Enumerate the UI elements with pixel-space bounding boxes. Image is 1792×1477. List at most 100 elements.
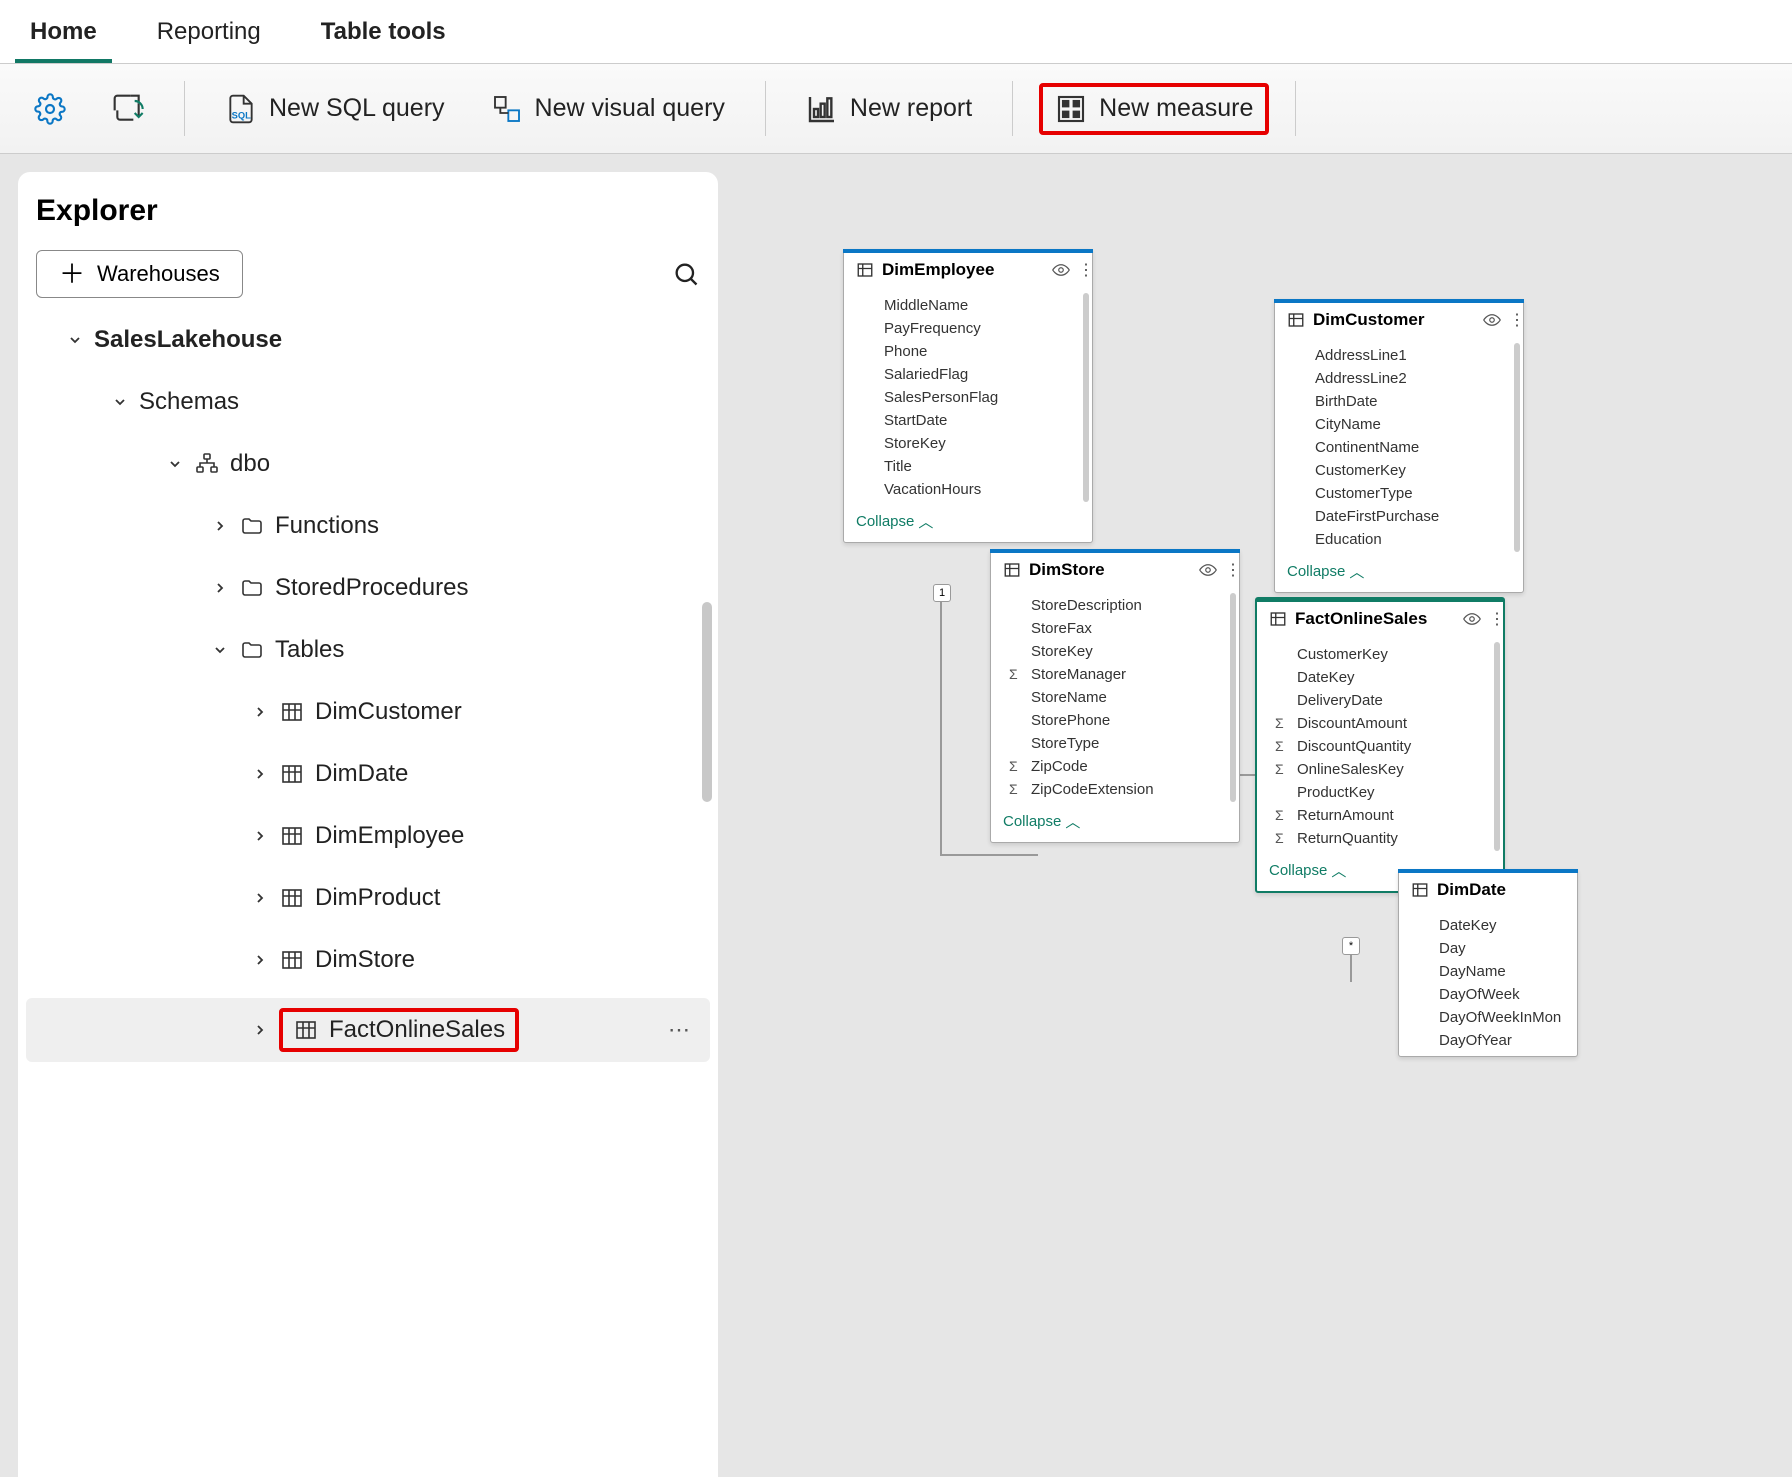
new-sql-query-button[interactable]: SQL New SQL query <box>211 85 459 133</box>
field-row[interactable]: ZipCodeExtension <box>991 778 1239 801</box>
settings-button[interactable] <box>20 85 80 133</box>
field-row[interactable]: CustomerKey <box>1275 459 1523 482</box>
field-row[interactable]: DayName <box>1399 960 1577 983</box>
tab-table-tools[interactable]: Table tools <box>291 0 476 63</box>
field-row[interactable]: VacationHours <box>844 478 1092 501</box>
more-options-button[interactable]: ⋯ <box>668 1017 700 1043</box>
field-row[interactable]: Title <box>844 455 1092 478</box>
field-row[interactable]: CityName <box>1275 413 1523 436</box>
field-row[interactable]: StoreDescription <box>991 594 1239 617</box>
tree-node-lakehouse[interactable]: SalesLakehouse <box>36 316 700 364</box>
card-more-button[interactable]: ⋮ <box>1509 310 1513 330</box>
explorer-tree: SalesLakehouse Schemas dbo Functions <box>36 316 700 1062</box>
field-row[interactable]: DeliveryDate <box>1257 689 1503 712</box>
tab-bar: Home Reporting Table tools <box>0 0 1792 64</box>
tree-node-table-dimcustomer[interactable]: DimCustomer <box>36 688 700 736</box>
tree-node-table-dimproduct[interactable]: DimProduct <box>36 874 700 922</box>
field-row[interactable]: CustomerType <box>1275 482 1523 505</box>
field-row[interactable]: DateFirstPurchase <box>1275 505 1523 528</box>
field-row[interactable]: DayOfWeek <box>1399 983 1577 1006</box>
field-row[interactable]: Day <box>1399 937 1577 960</box>
tree-label: SalesLakehouse <box>94 326 282 354</box>
chevron-down-icon <box>211 641 229 659</box>
relationship-line <box>940 591 942 854</box>
field-row[interactable]: DiscountAmount <box>1257 712 1503 735</box>
collapse-button[interactable]: Collapse︿ <box>844 505 1092 542</box>
field-row[interactable]: AddressLine1 <box>1275 344 1523 367</box>
explorer-scrollbar[interactable] <box>702 602 712 1467</box>
field-row[interactable]: DayOfYear <box>1399 1029 1577 1052</box>
collapse-button[interactable]: Collapse︿ <box>1275 555 1523 592</box>
field-row[interactable]: DayOfWeekInMon <box>1399 1006 1577 1029</box>
field-row[interactable]: OnlineSalesKey <box>1257 758 1503 781</box>
toolbar: SQL New SQL query New visual query New r… <box>0 64 1792 154</box>
field-row[interactable]: ContinentName <box>1275 436 1523 459</box>
cardinality-label: * <box>1342 937 1360 955</box>
visibility-icon[interactable] <box>1199 564 1217 576</box>
card-title: DimStore <box>1029 560 1191 580</box>
field-row[interactable]: SalariedFlag <box>844 363 1092 386</box>
table-card-dimstore[interactable]: DimStore ⋮ StoreDescriptionStoreFaxStore… <box>990 549 1240 843</box>
tree-node-table-dimemployee[interactable]: DimEmployee <box>36 812 700 860</box>
tree-node-table-factonlinesales[interactable]: FactOnlineSales ⋯ <box>26 998 710 1062</box>
visual-query-icon <box>491 93 523 125</box>
tree-node-table-dimdate[interactable]: DimDate <box>36 750 700 798</box>
add-warehouses-button[interactable]: ＋ Warehouses <box>36 250 243 298</box>
field-row[interactable]: StoreKey <box>991 640 1239 663</box>
field-row[interactable]: PayFrequency <box>844 317 1092 340</box>
field-row[interactable]: StartDate <box>844 409 1092 432</box>
field-row[interactable]: StoreManager <box>991 663 1239 686</box>
field-row[interactable]: MiddleName <box>844 294 1092 317</box>
visibility-icon[interactable] <box>1463 613 1481 625</box>
new-measure-button[interactable]: New measure <box>1039 83 1269 135</box>
tree-node-stored-procedures[interactable]: StoredProcedures <box>36 564 700 612</box>
tree-node-dbo[interactable]: dbo <box>36 440 700 488</box>
folder-icon <box>239 637 265 663</box>
field-row[interactable]: StoreType <box>991 732 1239 755</box>
field-row[interactable]: StorePhone <box>991 709 1239 732</box>
field-row[interactable]: ReturnQuantity <box>1257 827 1503 850</box>
card-more-button[interactable]: ⋮ <box>1078 260 1082 280</box>
tree-node-schemas[interactable]: Schemas <box>36 378 700 426</box>
card-more-button[interactable]: ⋮ <box>1225 560 1229 580</box>
collapse-button[interactable]: Collapse︿ <box>991 805 1239 842</box>
field-row[interactable]: Education <box>1275 528 1523 551</box>
field-row[interactable]: DiscountQuantity <box>1257 735 1503 758</box>
new-report-button[interactable]: New report <box>792 85 986 133</box>
field-row[interactable]: ReturnAmount <box>1257 804 1503 827</box>
tree-node-functions[interactable]: Functions <box>36 502 700 550</box>
tab-home[interactable]: Home <box>0 0 127 63</box>
field-row[interactable]: StoreKey <box>844 432 1092 455</box>
chevron-right-icon <box>251 951 269 969</box>
field-row[interactable]: Phone <box>844 340 1092 363</box>
diagram-canvas[interactable]: 1 * 1 * 1 * * DimEmployee ⋮ MiddleNamePa… <box>718 154 1792 1459</box>
toolbar-divider <box>1012 81 1013 136</box>
field-row[interactable]: ZipCode <box>991 755 1239 778</box>
tree-node-table-dimstore[interactable]: DimStore <box>36 936 700 984</box>
field-row[interactable]: StoreFax <box>991 617 1239 640</box>
table-card-dimcustomer[interactable]: DimCustomer ⋮ AddressLine1AddressLine2Bi… <box>1274 299 1524 593</box>
table-card-factonlinesales[interactable]: FactOnlineSales ⋮ CustomerKeyDateKeyDeli… <box>1255 597 1505 893</box>
field-row[interactable]: AddressLine2 <box>1275 367 1523 390</box>
field-row[interactable]: StoreName <box>991 686 1239 709</box>
visibility-icon[interactable] <box>1483 314 1501 326</box>
field-row[interactable]: DateKey <box>1257 666 1503 689</box>
search-button[interactable] <box>672 260 700 288</box>
field-row[interactable]: DateKey <box>1399 914 1577 937</box>
tab-reporting[interactable]: Reporting <box>127 0 291 63</box>
visibility-icon[interactable] <box>1052 264 1070 276</box>
field-row[interactable]: CustomerKey <box>1257 643 1503 666</box>
field-row[interactable]: BirthDate <box>1275 390 1523 413</box>
refresh-button[interactable] <box>98 85 158 133</box>
card-more-button[interactable]: ⋮ <box>1489 609 1493 629</box>
field-row[interactable]: ProductKey <box>1257 781 1503 804</box>
table-card-dimemployee[interactable]: DimEmployee ⋮ MiddleNamePayFrequencyPhon… <box>843 249 1093 543</box>
new-visual-query-button[interactable]: New visual query <box>477 85 739 133</box>
tree-label: DimEmployee <box>315 822 464 850</box>
cardinality-label: 1 <box>933 584 951 602</box>
tree-node-tables[interactable]: Tables <box>36 626 700 674</box>
field-row[interactable]: SalesPersonFlag <box>844 386 1092 409</box>
table-card-dimdate[interactable]: DimDate DateKeyDayDayNameDayOfWeekDayOfW… <box>1398 869 1578 1057</box>
tree-label: DimProduct <box>315 884 440 912</box>
gear-icon <box>34 93 66 125</box>
